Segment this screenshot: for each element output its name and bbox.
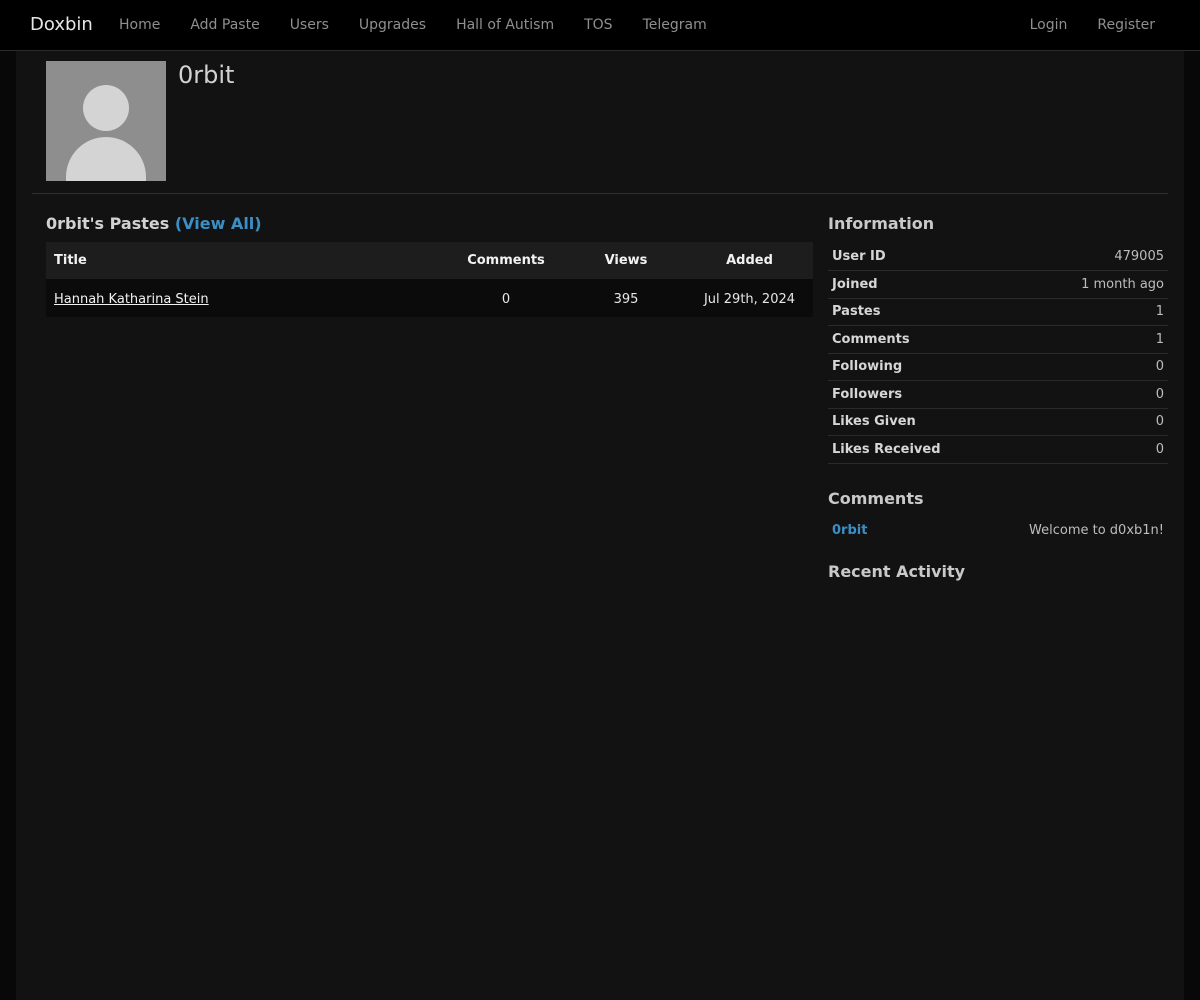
pastes-table-header-row: Title Comments Views Added <box>46 242 813 281</box>
nav-login-link[interactable]: Login <box>1015 0 1083 50</box>
info-value: 1 <box>1019 325 1168 354</box>
nav-hall-of-autism-link[interactable]: Hall of Autism <box>441 0 569 50</box>
info-label: Following <box>828 353 1019 381</box>
nav-telegram-link[interactable]: Telegram <box>628 0 722 50</box>
info-row-following: Following 0 <box>828 353 1168 381</box>
info-row-user-id: User ID 479005 <box>828 243 1168 271</box>
info-row-joined: Joined 1 month ago <box>828 270 1168 299</box>
info-label: Likes Given <box>828 408 1019 436</box>
paste-added-cell: Jul 29th, 2024 <box>686 280 813 317</box>
info-value: 1 <box>1019 298 1168 326</box>
info-value: 0 <box>1019 380 1168 409</box>
nav-tos-link[interactable]: TOS <box>569 0 627 50</box>
info-row-followers: Followers 0 <box>828 380 1168 409</box>
info-label: Likes Received <box>828 435 1019 464</box>
info-row-pastes: Pastes 1 <box>828 298 1168 326</box>
info-value: 0 <box>1019 435 1168 464</box>
info-label: Comments <box>828 325 1019 354</box>
info-label: User ID <box>828 243 1019 271</box>
column-header-views[interactable]: Views <box>566 242 686 281</box>
information-table: User ID 479005 Joined 1 month ago Pastes… <box>828 243 1168 464</box>
info-row-likes-given: Likes Given 0 <box>828 408 1168 436</box>
info-value: 1 month ago <box>1019 270 1168 299</box>
comments-heading: Comments <box>828 488 924 508</box>
pastes-section: 0rbit's Pastes (View All) Title Comments… <box>46 211 813 317</box>
paste-title-link[interactable]: Hannah Katharina Stein <box>54 292 209 307</box>
avatar <box>46 61 166 181</box>
profile-username: 0rbit <box>178 61 235 89</box>
main-container: 0rbit 0rbit's Pastes (View All) Title Co… <box>16 51 1184 1000</box>
nav-register-link[interactable]: Register <box>1082 0 1170 50</box>
info-label: Followers <box>828 380 1019 409</box>
pastes-table: Title Comments Views Added Hannah Kathar… <box>46 242 813 317</box>
nav-users-link[interactable]: Users <box>275 0 344 50</box>
column-header-title[interactable]: Title <box>46 242 446 281</box>
comment-text: Welcome to d0xb1n! <box>1029 523 1164 538</box>
paste-comments-cell: 0 <box>446 280 566 317</box>
info-value: 0 <box>1019 353 1168 381</box>
info-label: Pastes <box>828 298 1019 326</box>
info-row-comments: Comments 1 <box>828 325 1168 354</box>
pastes-heading: 0rbit's Pastes (View All) <box>46 211 813 237</box>
paste-views-cell: 395 <box>566 280 686 317</box>
paste-title-cell: Hannah Katharina Stein <box>46 280 446 317</box>
info-row-likes-received: Likes Received 0 <box>828 435 1168 464</box>
profile-sidebar: Information User ID 479005 Joined 1 mont… <box>828 211 1168 585</box>
info-label: Joined <box>828 270 1019 299</box>
nav-upgrades-link[interactable]: Upgrades <box>344 0 441 50</box>
comment-author-link[interactable]: 0rbit <box>832 523 867 538</box>
nav-left-links: Home Add Paste Users Upgrades Hall of Au… <box>104 0 722 50</box>
nav-right-links: Login Register <box>1015 0 1170 50</box>
top-navbar: Doxbin Home Add Paste Users Upgrades Hal… <box>0 0 1200 51</box>
avatar-placeholder-body-icon <box>66 137 146 181</box>
recent-activity-heading: Recent Activity <box>828 561 966 581</box>
pastes-heading-text: 0rbit's Pastes <box>46 214 170 233</box>
information-heading: Information <box>828 214 935 233</box>
column-header-added[interactable]: Added <box>686 242 813 281</box>
view-all-pastes-link[interactable]: (View All) <box>175 214 262 233</box>
list-item: 0rbit Welcome to d0xb1n! <box>828 517 1168 545</box>
nav-add-paste-link[interactable]: Add Paste <box>175 0 274 50</box>
avatar-placeholder-head-icon <box>83 85 129 131</box>
brand-logo-link[interactable]: Doxbin <box>30 13 93 37</box>
profile-header: 0rbit <box>32 51 1168 194</box>
table-row: Hannah Katharina Stein 0 395 Jul 29th, 2… <box>46 280 813 317</box>
column-header-comments[interactable]: Comments <box>446 242 566 281</box>
info-value: 0 <box>1019 408 1168 436</box>
info-value: 479005 <box>1019 243 1168 271</box>
nav-home-link[interactable]: Home <box>104 0 175 50</box>
